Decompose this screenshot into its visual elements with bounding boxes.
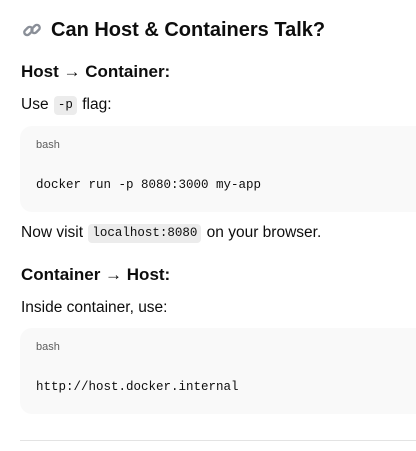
visit-instruction: Now visit localhost:8080 on your browser…: [21, 221, 321, 245]
code-block-docker-run: bash docker run -p 8080:3000 my-app: [20, 126, 416, 212]
section-title: Can Host & Containers Talk?: [51, 19, 326, 41]
host-to-container-intro: Use -p flag:: [21, 93, 112, 117]
code-text[interactable]: http://host.docker.internal: [36, 378, 239, 396]
code-language-label: bash: [36, 341, 60, 353]
horizontal-divider: [20, 440, 416, 441]
link-icon: [22, 20, 42, 40]
container-to-host-intro: Inside container, use:: [21, 299, 168, 316]
visit-text-after: on your browser.: [206, 224, 322, 241]
intro-text-before: Use: [21, 96, 49, 113]
code-language-label: bash: [36, 139, 60, 151]
code-text[interactable]: docker run -p 8080:3000 my-app: [36, 176, 261, 194]
section-heading: Can Host & Containers Talk?: [22, 16, 325, 44]
inline-code-flag: -p: [53, 96, 77, 115]
visit-text-before: Now visit: [21, 224, 84, 241]
intro-text-after: flag:: [82, 96, 112, 113]
inline-code-localhost: localhost:8080: [88, 224, 202, 243]
code-block-host-internal: bash http://host.docker.internal: [20, 328, 416, 414]
chat-message-content: Can Host & Containers Talk? Host → Conta…: [0, 0, 416, 451]
container-to-host-heading: Container → Host:: [21, 265, 171, 284]
host-to-container-heading: Host → Container:: [21, 62, 171, 81]
